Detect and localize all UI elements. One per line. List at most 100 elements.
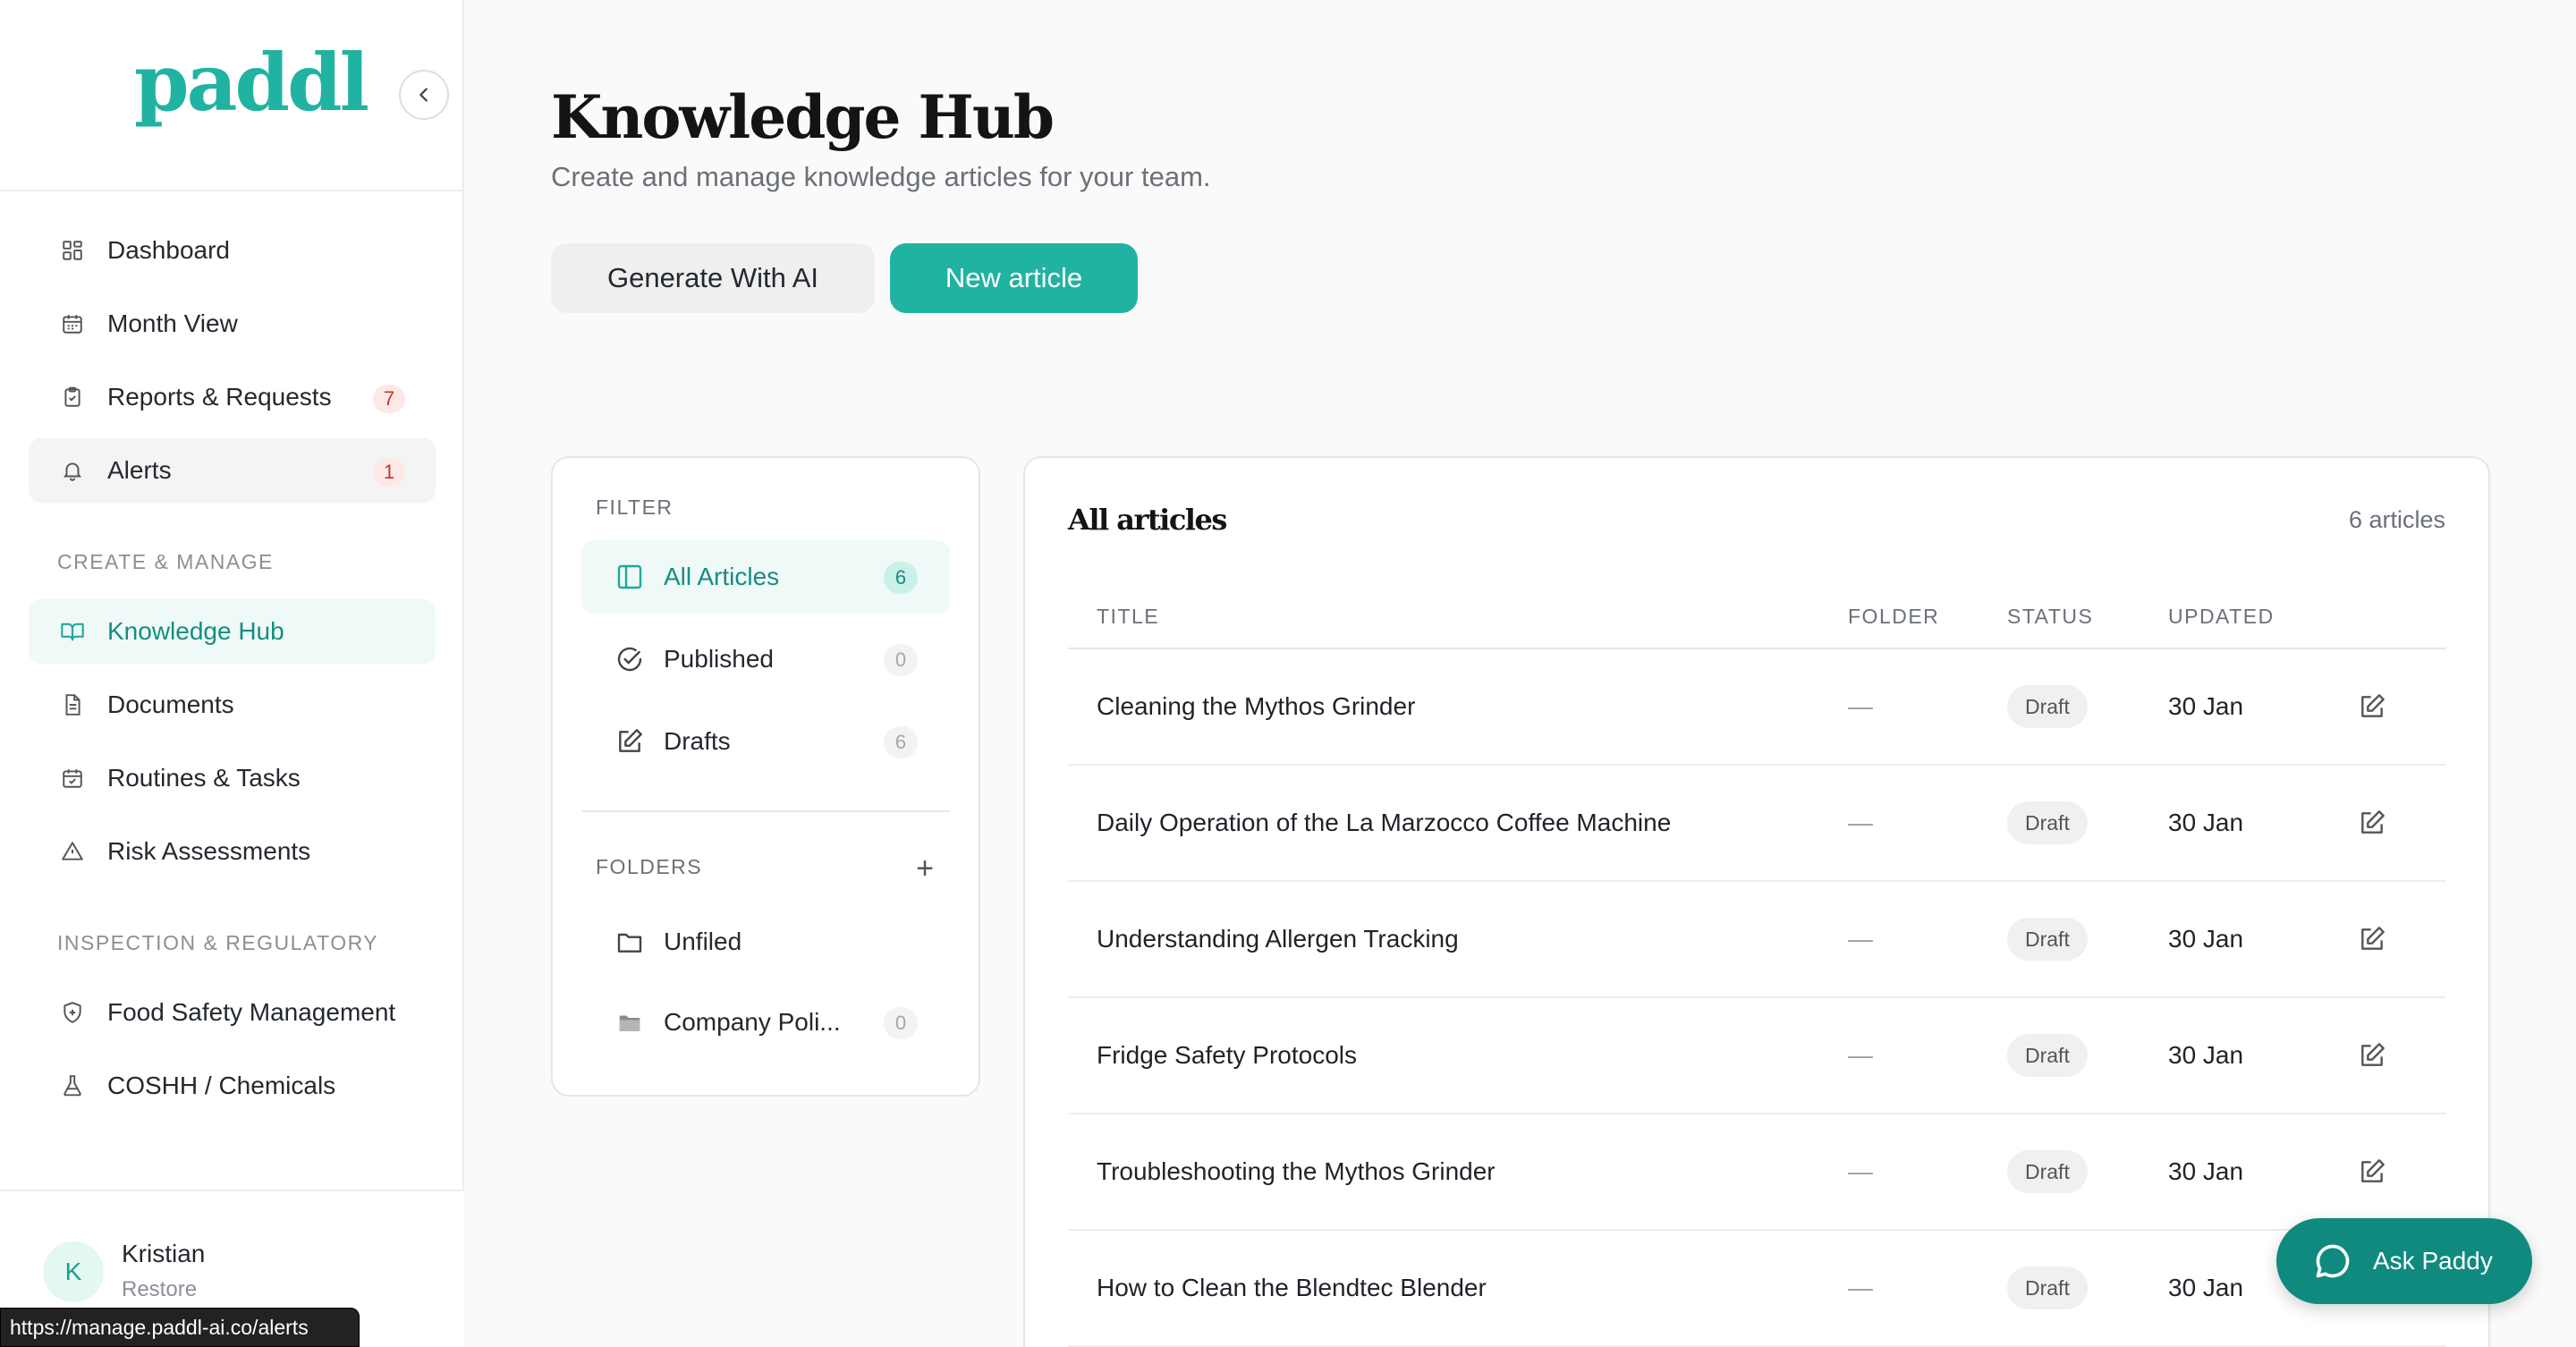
folder-icon — [614, 926, 646, 958]
chat-bubble-icon — [2312, 1241, 2353, 1282]
article-title[interactable]: How to Clean the Blendtec Blender — [1097, 1231, 1487, 1345]
table-row[interactable]: Daily Operation of the La Marzocco Coffe… — [1068, 766, 2445, 882]
edit-article-button[interactable] — [2358, 649, 2386, 764]
edit-icon — [2361, 1043, 2385, 1066]
edit-icon — [2361, 694, 2385, 717]
folders-label: FOLDERS — [596, 855, 703, 878]
sidebar-item-alerts[interactable]: Alerts 1 — [29, 438, 436, 503]
edit-icon — [2361, 927, 2385, 950]
article-title[interactable]: Understanding Allergen Tracking — [1097, 882, 1459, 996]
sidebar-panel-icon — [614, 561, 646, 593]
filter-drafts[interactable]: Drafts 6 — [581, 705, 950, 778]
filter-count: 6 — [884, 726, 918, 758]
grid-icon — [59, 237, 86, 264]
sidebar-item-reports-requests[interactable]: Reports & Requests 7 — [29, 365, 436, 429]
table-header: TITLE FOLDER STATUS UPDATED — [1068, 590, 2445, 649]
sidebar-item-label: Routines & Tasks — [107, 764, 301, 792]
collapse-sidebar-button[interactable] — [399, 70, 449, 120]
edit-icon — [2361, 810, 2385, 834]
section-label-create-manage: CREATE & MANAGE — [57, 549, 274, 573]
filter-item-label: Drafts — [664, 727, 731, 755]
column-header-folder[interactable]: FOLDER — [1848, 605, 1939, 629]
filter-panel: FILTER All Articles 6 Published 0 Drafts… — [551, 456, 980, 1097]
table-row[interactable]: Cleaning the Mythos Grinder — Draft 30 J… — [1068, 649, 2445, 766]
article-status: Draft — [2007, 766, 2088, 880]
edit-article-button[interactable] — [2358, 1114, 2386, 1229]
status-badge: Draft — [2007, 1267, 2088, 1309]
folder-label: Unfiled — [664, 928, 742, 955]
sidebar-item-label: Reports & Requests — [107, 383, 332, 411]
filter-label: FILTER — [596, 496, 674, 519]
edit-article-button[interactable] — [2358, 766, 2386, 880]
article-updated: 30 Jan — [2168, 1041, 2244, 1069]
sidebar-item-label: Month View — [107, 309, 238, 337]
table-row[interactable]: Understanding Allergen Tracking — Draft … — [1068, 882, 2445, 998]
sidebar: paddl Dashboard Month View Reports & Req… — [0, 0, 464, 1347]
brand-area: paddl — [0, 0, 464, 191]
section-label-inspection-regulatory: INSPECTION & REGULATORY — [57, 930, 379, 954]
ask-paddy-button[interactable]: Ask Paddy — [2276, 1218, 2532, 1304]
paddl-logo[interactable]: paddl — [134, 43, 369, 122]
filter-published[interactable]: Published 0 — [581, 623, 950, 696]
column-header-status[interactable]: STATUS — [2007, 605, 2093, 629]
add-folder-button[interactable]: + — [916, 851, 934, 886]
articles-heading: All articles — [1068, 503, 1227, 537]
sidebar-item-knowledge-hub[interactable]: Knowledge Hub — [29, 599, 436, 664]
chevron-left-icon — [419, 88, 428, 102]
sidebar-item-dashboard[interactable]: Dashboard — [29, 218, 436, 283]
sidebar-item-label: Alerts — [107, 456, 172, 484]
column-header-updated[interactable]: UPDATED — [2168, 605, 2275, 629]
sidebar-item-documents[interactable]: Documents — [29, 673, 436, 737]
notification-badge: 7 — [373, 385, 405, 413]
sidebar-item-risk-assessments[interactable]: Risk Assessments — [29, 819, 436, 884]
sidebar-item-label: Knowledge Hub — [107, 617, 284, 645]
avatar: K — [43, 1241, 104, 1302]
article-title[interactable]: Cleaning the Mythos Grinder — [1097, 649, 1415, 764]
edit-article-button[interactable] — [2358, 998, 2386, 1113]
sidebar-item-food-safety[interactable]: Food Safety Management — [29, 980, 436, 1045]
filter-count: 6 — [884, 562, 918, 594]
filter-item-label: All Articles — [664, 563, 780, 590]
articles-panel: All articles 6 articles TITLE FOLDER STA… — [1023, 456, 2490, 1347]
edit-icon — [614, 725, 646, 758]
warning-triangle-icon — [59, 838, 86, 865]
sidebar-item-label: Risk Assessments — [107, 837, 311, 865]
flask-icon — [59, 1072, 86, 1099]
column-header-title[interactable]: TITLE — [1097, 605, 1159, 629]
edit-article-button[interactable] — [2358, 882, 2386, 996]
sidebar-item-routines-tasks[interactable]: Routines & Tasks — [29, 746, 436, 810]
new-article-button[interactable]: New article — [890, 243, 1138, 313]
folder-company-policies[interactable]: Company Poli... 0 — [581, 986, 950, 1059]
article-title[interactable]: Daily Operation of the La Marzocco Coffe… — [1097, 766, 1671, 880]
status-badge: Draft — [2007, 918, 2088, 961]
status-badge: Draft — [2007, 801, 2088, 844]
ask-paddy-label: Ask Paddy — [2373, 1247, 2493, 1275]
sidebar-item-coshh-chemicals[interactable]: COSHH / Chemicals — [29, 1054, 436, 1118]
folder-count: 0 — [884, 1007, 918, 1039]
status-badge: Draft — [2007, 1150, 2088, 1193]
article-status: Draft — [2007, 1231, 2088, 1345]
filter-count: 0 — [884, 644, 918, 676]
article-folder: — — [1848, 692, 1873, 720]
articles-count: 6 articles — [2348, 506, 2445, 533]
article-updated: 30 Jan — [2168, 925, 2244, 953]
check-circle-icon — [614, 643, 646, 675]
generate-with-ai-button[interactable]: Generate With AI — [551, 243, 875, 313]
table-row[interactable]: Fridge Safety Protocols — Draft 30 Jan — [1068, 998, 2445, 1114]
filter-all-articles[interactable]: All Articles 6 — [581, 540, 950, 614]
article-title[interactable]: Fridge Safety Protocols — [1097, 998, 1357, 1113]
article-folder: — — [1848, 1157, 1873, 1185]
notification-badge: 1 — [373, 458, 405, 487]
article-folder: — — [1848, 925, 1873, 953]
table-row[interactable]: How to Clean the Blendtec Blender — Draf… — [1068, 1231, 2445, 1347]
bell-icon — [59, 457, 86, 484]
article-updated: 30 Jan — [2168, 1274, 2244, 1301]
page-title: Knowledge Hub — [551, 82, 1055, 152]
document-icon — [59, 691, 86, 718]
folder-unfiled[interactable]: Unfiled — [581, 905, 950, 978]
article-status: Draft — [2007, 998, 2088, 1113]
sidebar-item-month-view[interactable]: Month View — [29, 292, 436, 356]
table-row[interactable]: Troubleshooting the Mythos Grinder — Dra… — [1068, 1114, 2445, 1231]
article-title[interactable]: Troubleshooting the Mythos Grinder — [1097, 1114, 1496, 1229]
page-subtitle: Create and manage knowledge articles for… — [551, 161, 1211, 192]
